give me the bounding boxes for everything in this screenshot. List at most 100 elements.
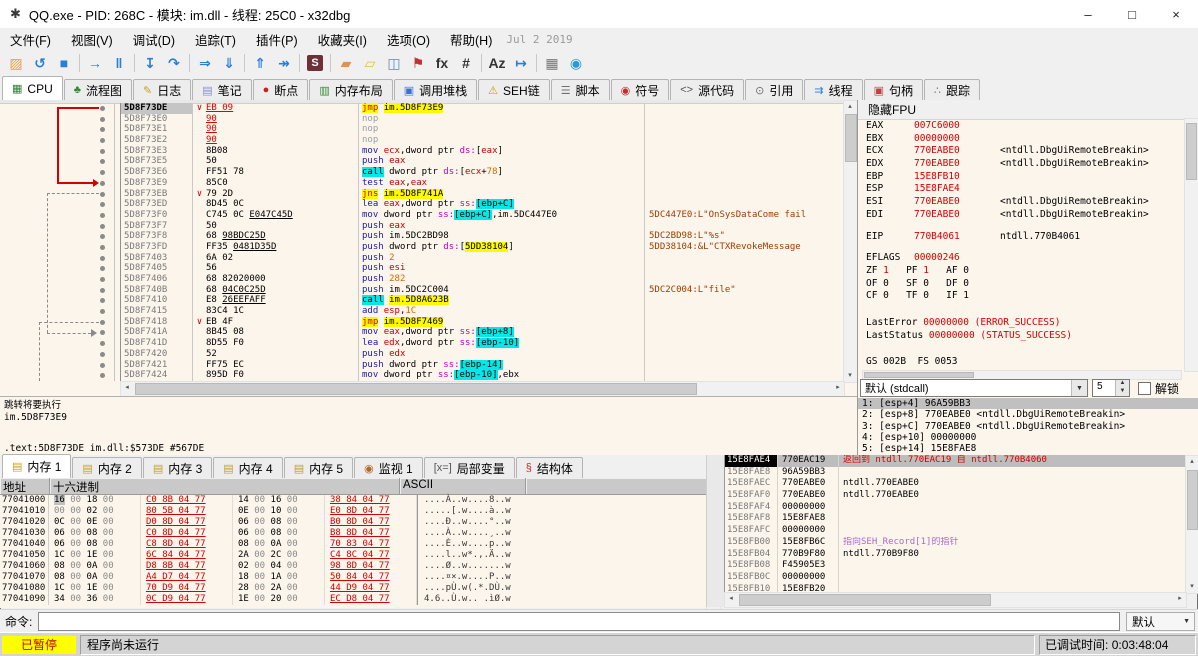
register-row[interactable]: LastError 00000000 (ERROR_SUCCESS) bbox=[866, 317, 1182, 330]
scroll-thumb[interactable] bbox=[864, 372, 974, 378]
stack-vscrollbar[interactable]: ▴ ▾ bbox=[1185, 455, 1198, 594]
dump-byte-group[interactable]: 02 00 04 00 bbox=[233, 561, 325, 572]
menu-item[interactable]: 视图(V) bbox=[61, 30, 123, 49]
tab-dump-1[interactable]: ▤内存 1 bbox=[2, 454, 71, 479]
tab-dump-5[interactable]: ▤内存 5 bbox=[284, 457, 353, 478]
breakpoint-dot-icon[interactable] bbox=[100, 298, 105, 303]
dump-byte-group[interactable]: 0E 00 10 00 bbox=[233, 506, 325, 517]
tab-dump-3[interactable]: ▤内存 3 bbox=[143, 457, 212, 478]
register-value[interactable]: 00000000 (ERROR_SUCCESS) bbox=[923, 317, 1060, 328]
tab-call-stack[interactable]: ▣调用堆栈 bbox=[394, 79, 477, 100]
disasm-row[interactable]: 5D8F7424895D F0mov dword ptr ss:[ebp-10]… bbox=[0, 370, 843, 381]
tab-log[interactable]: ✎日志 bbox=[133, 79, 191, 100]
flags-row[interactable]: OF 0 SF 0 DF 0 bbox=[866, 278, 1182, 291]
tab-cpu[interactable]: ▦CPU bbox=[2, 76, 63, 101]
tab-dump-4[interactable]: ▤内存 4 bbox=[213, 457, 282, 478]
scroll-thumb[interactable] bbox=[845, 114, 857, 162]
tab-threads[interactable]: ⇉线程 bbox=[804, 79, 862, 100]
breakpoint-dot-icon[interactable] bbox=[100, 277, 105, 282]
patches-icon[interactable]: ▰ bbox=[334, 52, 358, 74]
column-header-address[interactable]: 地址 bbox=[0, 478, 50, 494]
dump-pointer-group[interactable]: C4 8C 04 77 bbox=[325, 550, 417, 561]
crc-hash-icon[interactable]: # bbox=[454, 52, 478, 74]
calling-convention-select[interactable]: 默认 (stdcall) ▼ bbox=[860, 379, 1088, 397]
dump-pointer-group[interactable]: 98 8D 04 77 bbox=[325, 561, 417, 572]
tab-dump-2[interactable]: ▤内存 2 bbox=[72, 457, 141, 478]
register-row[interactable]: LastStatus 00000000 (STATUS_SUCCESS) bbox=[866, 330, 1182, 343]
minimize-button[interactable]: – bbox=[1066, 1, 1110, 28]
register-value[interactable]: 770EABE0 bbox=[914, 145, 1000, 158]
disasm-row[interactable]: 5D8F73F750push eax bbox=[0, 221, 843, 232]
dump-byte-group[interactable]: 1E 00 20 00 bbox=[233, 594, 325, 605]
menu-item[interactable]: 帮助(H) bbox=[440, 30, 502, 49]
stack-row[interactable]: 15E8FAE4770EAC19返回到 ntdll.770EAC19 自 ntd… bbox=[725, 455, 1186, 467]
tab-symbols[interactable]: ◉符号 bbox=[611, 79, 670, 100]
argument-row[interactable]: 1: [esp+4] 96A59BB3 bbox=[858, 398, 1198, 409]
disasm-row[interactable]: 5D8F73E190nop bbox=[0, 124, 843, 135]
dump-row[interactable]: 7704103006 00 08 00C0 8D 04 7706 00 08 0… bbox=[0, 528, 706, 539]
dump-pointer-group[interactable]: 38 84 04 77 bbox=[325, 495, 417, 506]
breakpoint-dot-icon[interactable] bbox=[100, 309, 105, 314]
dump-pointer-group[interactable]: E0 8D 04 77 bbox=[325, 506, 417, 517]
run-to-user-code-icon[interactable]: ↠ bbox=[272, 52, 296, 74]
dump-pointer-group[interactable]: 0C D9 04 77 bbox=[141, 594, 233, 605]
dump-byte-group[interactable]: 00 00 02 00 bbox=[49, 506, 141, 517]
menu-item[interactable]: 选项(O) bbox=[377, 30, 440, 49]
dump-row[interactable]: 770410501C 00 1E 006C 84 04 772A 00 2C 0… bbox=[0, 550, 706, 561]
dump-byte-group[interactable]: 08 00 0A 00 bbox=[233, 539, 325, 550]
register-row[interactable]: EIP770B4061ntdll.770B4061 bbox=[866, 231, 1182, 244]
tab-handles[interactable]: ▣句柄 bbox=[864, 79, 923, 100]
register-value[interactable]: 00000000 (STATUS_SUCCESS) bbox=[929, 330, 1072, 341]
checkbox-icon[interactable] bbox=[1138, 382, 1151, 395]
disasm-row[interactable]: 5D8F741A8B45 08mov eax,dword ptr ss:[ebp… bbox=[0, 327, 843, 338]
spin-up-icon[interactable]: ▲ bbox=[1116, 380, 1129, 388]
dump-byte-group[interactable]: 2A 00 2C 00 bbox=[233, 550, 325, 561]
dump-pointer-group[interactable]: C0 8D 04 77 bbox=[141, 528, 233, 539]
breakpoint-dot-icon[interactable] bbox=[100, 288, 105, 293]
switch-window-icon[interactable]: ↦ bbox=[509, 52, 533, 74]
strings-icon[interactable]: Az bbox=[485, 52, 509, 74]
register-row[interactable]: ESI770EABE0<ntdll.DbgUiRemoteBreakin> bbox=[866, 196, 1182, 209]
register-value[interactable]: 15E8FAE4 bbox=[914, 183, 960, 194]
disasm-row[interactable]: 5D8F742052push edx bbox=[0, 349, 843, 360]
tab-seh[interactable]: ⚠SEH链 bbox=[478, 79, 550, 100]
stack-hscrollbar[interactable]: ◂ ▸ bbox=[724, 592, 1187, 608]
stack-row[interactable]: 15E8FB08F45905E3 bbox=[725, 560, 1186, 572]
breakpoint-dot-icon[interactable] bbox=[100, 320, 105, 325]
flags-row[interactable]: CF 0 TF 0 IF 1 bbox=[866, 290, 1182, 303]
tab-breakpoints[interactable]: ●断点 bbox=[253, 79, 309, 100]
breakpoint-dot-icon[interactable] bbox=[100, 341, 105, 346]
argument-count-stepper[interactable]: 5 ▲▼ bbox=[1092, 379, 1130, 397]
restart-icon[interactable]: ↺ bbox=[28, 52, 52, 74]
stack-row[interactable]: 15E8FB0C00000000 bbox=[725, 572, 1186, 584]
register-row[interactable]: EDI770EABE0<ntdll.DbgUiRemoteBreakin> bbox=[866, 209, 1182, 222]
breakpoint-dot-icon[interactable] bbox=[100, 352, 105, 357]
disasm-row[interactable]: 5D8F73EB∨79 2Djns im.5D8F741A bbox=[0, 189, 843, 200]
tab-watch-1[interactable]: ◉监视 1 bbox=[354, 457, 423, 478]
register-value[interactable]: 00000246 bbox=[914, 252, 960, 263]
dump-row[interactable]: 7704100016 00 18 00C0 8B 04 7714 00 16 0… bbox=[0, 495, 706, 506]
breakpoint-dot-icon[interactable] bbox=[100, 373, 105, 378]
disasm-row[interactable]: 5D8F7418∨EB 4Fjmp im.5D8F7469 bbox=[0, 317, 843, 328]
breakpoint-dot-icon[interactable] bbox=[100, 245, 105, 250]
scroll-right-icon[interactable]: ▸ bbox=[1174, 593, 1186, 605]
execute-till-return-icon[interactable]: ⇒ bbox=[193, 52, 217, 74]
tab-notes[interactable]: ▤笔记 bbox=[192, 79, 251, 100]
breakpoint-dot-icon[interactable] bbox=[100, 266, 105, 271]
pane-splitter[interactable] bbox=[706, 455, 725, 607]
open-file-icon[interactable]: ▨ bbox=[4, 52, 28, 74]
menu-item[interactable]: 调试(D) bbox=[123, 30, 185, 49]
dump-pointer-group[interactable]: 50 84 04 77 bbox=[325, 572, 417, 583]
register-row[interactable]: GS 002B FS 0053 bbox=[866, 356, 1182, 369]
close-button[interactable]: × bbox=[1154, 1, 1198, 28]
disasm-row[interactable]: 5D8F73E38B08mov ecx,dword ptr ds:[eax] bbox=[0, 146, 843, 157]
stack-row[interactable]: 15E8FAF400000000 bbox=[725, 502, 1186, 514]
column-header-hex[interactable]: 十六进制 bbox=[50, 478, 400, 494]
dump-pointer-group[interactable]: B0 8D 04 77 bbox=[325, 517, 417, 528]
register-row[interactable]: EFLAGS00000246 bbox=[866, 252, 1182, 265]
tab-references[interactable]: ⊙引用 bbox=[745, 79, 803, 100]
register-value[interactable]: 770EABE0 bbox=[914, 158, 1000, 171]
disasm-row[interactable]: 5D8F7410E8 26EEFAFFcall im.5D8A623B bbox=[0, 295, 843, 306]
dump-byte-group[interactable]: 0C 00 0E 00 bbox=[49, 517, 141, 528]
spin-down-icon[interactable]: ▼ bbox=[1116, 388, 1129, 396]
